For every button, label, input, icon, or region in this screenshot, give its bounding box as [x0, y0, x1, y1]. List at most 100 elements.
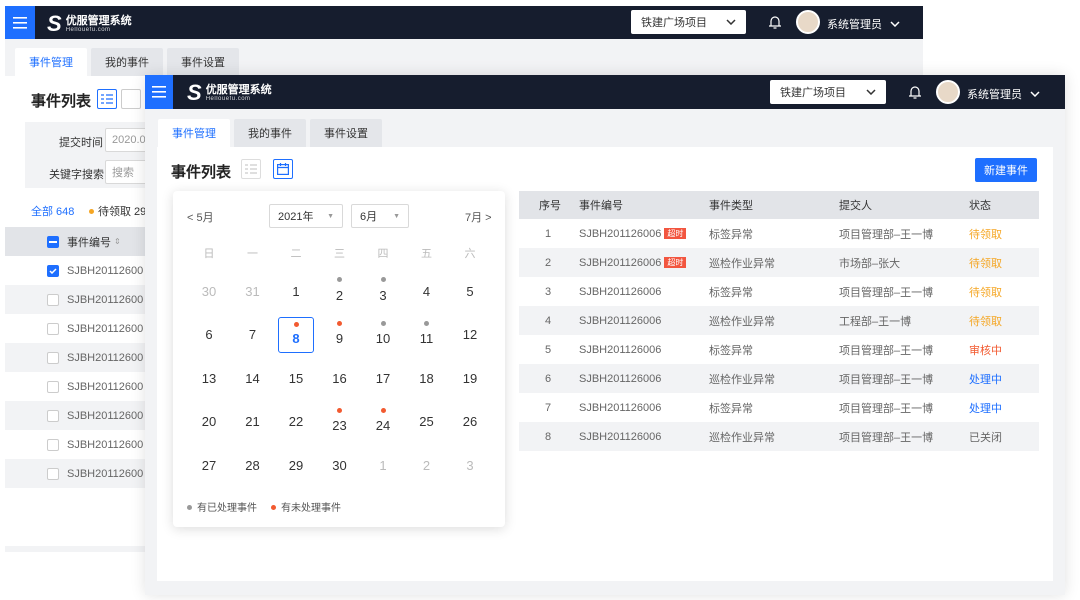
list-item[interactable]: SJBH20112600 [5, 285, 145, 314]
row-checkbox[interactable] [47, 293, 59, 306]
day-cell[interactable]: 20 [191, 404, 227, 440]
day-cell[interactable]: 29 [278, 447, 314, 483]
day-cell[interactable]: 22 [278, 404, 314, 440]
day-cell[interactable]: 1 [365, 447, 401, 483]
table-row[interactable]: 7 SJBH201126006 标签异常 项目管理部–王一博 处理中 [519, 393, 1039, 422]
next-month-button[interactable]: 7月 > [465, 209, 492, 225]
day-cell[interactable]: 11 [409, 317, 445, 353]
tab-event-management[interactable]: 事件管理 [158, 119, 230, 147]
cell-no-text: 3 [545, 285, 552, 298]
dot-pending-icon [337, 407, 342, 413]
day-cell[interactable]: 18 [409, 360, 445, 396]
list-item[interactable]: SJBH20112600 [5, 314, 145, 343]
menu-button[interactable] [5, 6, 35, 39]
col-event-type: 事件类型 [709, 191, 839, 219]
day-cell[interactable]: 21 [235, 404, 271, 440]
calendar-view-button[interactable] [273, 159, 293, 179]
avatar[interactable] [796, 10, 820, 34]
row-checkbox[interactable] [47, 438, 59, 451]
tab-event-management[interactable]: 事件管理 [15, 48, 87, 76]
day-cell[interactable]: 12 [452, 317, 488, 353]
day-cell[interactable]: 2 [322, 273, 358, 309]
day-number: 30 [332, 457, 347, 473]
project-select[interactable]: 铁建广场项目 [770, 80, 886, 104]
project-select[interactable]: 铁建广场项目 [631, 10, 746, 34]
cell-event-id-text: SJBH201126006 [579, 256, 662, 269]
day-cell[interactable]: 5 [452, 273, 488, 309]
menu-button[interactable] [145, 75, 173, 109]
tab-my-events[interactable]: 我的事件 [234, 119, 306, 147]
list-item[interactable]: SJBH20112600 [5, 256, 145, 285]
count-pending[interactable]: 待领取 29 [89, 203, 146, 219]
day-cell[interactable]: 27 [191, 447, 227, 483]
row-event-id: SJBH20112600 [67, 467, 144, 480]
month-select[interactable]: 6月 ▼ [351, 204, 409, 228]
sort-icon[interactable]: ⇕ [114, 237, 121, 246]
row-checkbox[interactable] [47, 467, 59, 480]
day-cell[interactable]: 26 [452, 404, 488, 440]
minus-icon [49, 240, 57, 243]
day-cell[interactable]: 9 [322, 317, 358, 353]
row-checkbox[interactable] [47, 322, 59, 335]
list-view-button[interactable] [97, 89, 117, 109]
table-row[interactable]: 3 SJBH201126006 标签异常 项目管理部–王一博 待领取 [519, 277, 1039, 306]
day-cell[interactable]: 17 [365, 360, 401, 396]
day-number: 20 [201, 414, 217, 429]
table-row[interactable]: 5 SJBH201126006 标签异常 项目管理部–王一博 审核中 [519, 335, 1039, 364]
tab-my-events[interactable]: 我的事件 [91, 48, 163, 76]
cell-no: 6 [519, 364, 579, 393]
day-cell[interactable]: 3 [365, 273, 401, 309]
day-cell[interactable]: 10 [365, 317, 401, 353]
day-cell[interactable]: 13 [191, 360, 227, 396]
list-item[interactable]: SJBH20112600 [5, 401, 145, 430]
day-cell[interactable]: 7 [235, 317, 271, 353]
table-row[interactable]: 6 SJBH201126006 巡检作业异常 项目管理部–王一博 处理中 [519, 364, 1039, 393]
bell-icon[interactable] [908, 85, 922, 100]
day-cell[interactable]: 14 [235, 360, 271, 396]
user-menu[interactable]: 系统管理员 [827, 16, 900, 32]
day-cell[interactable]: 31 [235, 273, 271, 309]
list-item[interactable]: SJBH20112600 [5, 372, 145, 401]
bell-icon[interactable] [768, 15, 782, 30]
day-cell[interactable]: 19 [452, 360, 488, 396]
row-checkbox[interactable] [47, 409, 59, 422]
list-item[interactable]: SJBH20112600 [5, 459, 145, 488]
cell-event-type: 巡检作业异常 [709, 306, 839, 335]
list-item[interactable]: SJBH20112600 [5, 343, 145, 372]
day-cell[interactable]: 2 [409, 447, 445, 483]
select-all-checkbox[interactable] [47, 235, 59, 248]
day-cell[interactable]: 30 [191, 273, 227, 309]
day-cell[interactable]: 24 [365, 404, 401, 440]
day-cell[interactable]: 6 [191, 317, 227, 353]
day-number: 13 [201, 370, 217, 386]
avatar[interactable] [936, 80, 960, 104]
count-all[interactable]: 全部 648 [31, 203, 74, 219]
list-item[interactable]: SJBH20112600 [5, 430, 145, 459]
cell-no-text: 5 [545, 343, 552, 356]
table-row[interactable]: 8 SJBH201126006 巡检作业异常 项目管理部–王一博 已关闭 [519, 422, 1039, 451]
day-cell[interactable]: 16 [322, 360, 358, 396]
tab-event-settings[interactable]: 事件设置 [310, 119, 382, 147]
day-cell[interactable]: 3 [452, 447, 488, 483]
day-cell[interactable]: 28 [235, 447, 271, 483]
new-event-button[interactable]: 新建事件 [975, 158, 1037, 182]
day-cell-selected[interactable]: 8 [278, 316, 314, 353]
table-row[interactable]: 2 SJBH201126006 超时 巡检作业异常 市场部–张大 待领取 [519, 248, 1039, 277]
prev-month-button[interactable]: < 5月 [187, 209, 214, 225]
day-cell[interactable]: 23 [322, 404, 358, 440]
table-row[interactable]: 1 SJBH201126006 超时 标签异常 项目管理部–王一博 待领取 [519, 219, 1039, 248]
row-checkbox-checked[interactable] [47, 264, 59, 277]
row-checkbox[interactable] [47, 351, 59, 364]
list-view-button[interactable] [241, 159, 261, 179]
day-cell[interactable]: 25 [409, 404, 445, 440]
calendar-view-button[interactable] [121, 89, 141, 109]
day-cell[interactable]: 1 [278, 273, 314, 309]
day-cell[interactable]: 4 [409, 273, 445, 309]
user-menu[interactable]: 系统管理员 [967, 86, 1040, 102]
row-checkbox[interactable] [47, 380, 59, 393]
year-select[interactable]: 2021年 ▼ [269, 204, 343, 228]
tab-event-settings[interactable]: 事件设置 [167, 48, 239, 76]
day-cell[interactable]: 15 [278, 360, 314, 396]
table-row[interactable]: 4 SJBH201126006 巡检作业异常 工程部–王一博 待领取 [519, 306, 1039, 335]
day-cell[interactable]: 30 [322, 447, 358, 483]
